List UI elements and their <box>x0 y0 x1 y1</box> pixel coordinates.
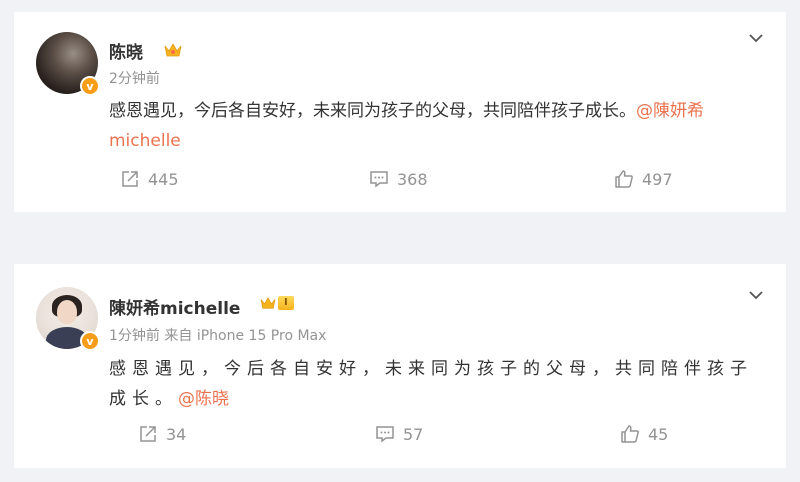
crown-icon <box>164 43 182 57</box>
verified-badge-icon: v <box>80 331 100 351</box>
repost-icon <box>140 426 156 442</box>
post-card: v 陳妍希michelle I 1分钟前 来自 iPhone 15 Pro Ma… <box>14 264 786 468</box>
chevron-down-icon[interactable] <box>748 287 764 303</box>
action-bar: 445 368 497 <box>14 169 786 193</box>
post-time[interactable]: 2分钟前 <box>109 68 160 88</box>
like-button[interactable]: 497 <box>614 169 673 189</box>
level-label: I <box>278 296 294 310</box>
repost-count: 445 <box>148 169 179 189</box>
member-level-badge[interactable]: I <box>260 296 294 310</box>
mention-link[interactable]: @陈晓 <box>178 389 229 409</box>
verified-badge-icon: v <box>80 76 100 96</box>
action-bar: 34 57 45 <box>14 424 786 448</box>
repost-count: 34 <box>166 424 187 444</box>
post-time-text[interactable]: 1分钟前 <box>109 328 160 344</box>
mention-text-cont: michelle <box>109 131 181 151</box>
author-name[interactable]: 陳妍希michelle <box>109 294 240 319</box>
repost-button[interactable]: 445 <box>120 169 179 189</box>
thumbs-up-icon <box>615 170 633 188</box>
repost-button[interactable]: 34 <box>138 424 186 444</box>
comment-icon <box>370 171 388 188</box>
avatar[interactable]: v <box>36 32 100 96</box>
comment-icon <box>376 426 394 443</box>
post-text-body: 感恩遇见，今后各自安好，未来同为孩子的父母，共同陪伴孩子成长。 <box>109 101 636 121</box>
post-time-text: 2分钟前 <box>109 71 160 87</box>
mention-text: @陳妍希 <box>636 101 704 121</box>
repost-icon <box>122 171 138 187</box>
post-text: 感恩遇见，今后各自安好，未来同为孩子的父母，共同陪伴孩子 成长。@陈晓 <box>109 354 760 414</box>
comment-button[interactable]: 368 <box>369 169 428 189</box>
like-count: 497 <box>642 169 673 189</box>
post-text-line1: 感恩遇见，今后各自安好，未来同为孩子的父母，共同陪伴孩子 <box>109 359 753 379</box>
post-text: 感恩遇见，今后各自安好，未来同为孩子的父母，共同陪伴孩子成长。@陳妍希 miche… <box>109 96 760 156</box>
chevron-down-icon[interactable] <box>748 30 764 46</box>
thumbs-up-icon <box>621 425 639 443</box>
post-source: 来自 iPhone 15 Pro Max <box>164 328 327 344</box>
avatar[interactable]: v <box>36 287 100 351</box>
comment-count: 368 <box>397 169 428 189</box>
comment-count: 57 <box>403 424 424 444</box>
post-card: v 陈晓 2分钟前 感恩遇见，今后各自安好，未来同为孩子的父母，共同陪伴孩子成长… <box>14 12 786 212</box>
author-name[interactable]: 陈晓 <box>109 38 143 63</box>
like-count: 45 <box>648 424 669 444</box>
crown-level-icon <box>260 297 276 309</box>
post-text-line2: 成长。 <box>109 389 178 409</box>
comment-button[interactable]: 57 <box>375 424 423 444</box>
like-button[interactable]: 45 <box>620 424 668 444</box>
post-meta: 1分钟前 来自 iPhone 15 Pro Max <box>109 325 326 345</box>
